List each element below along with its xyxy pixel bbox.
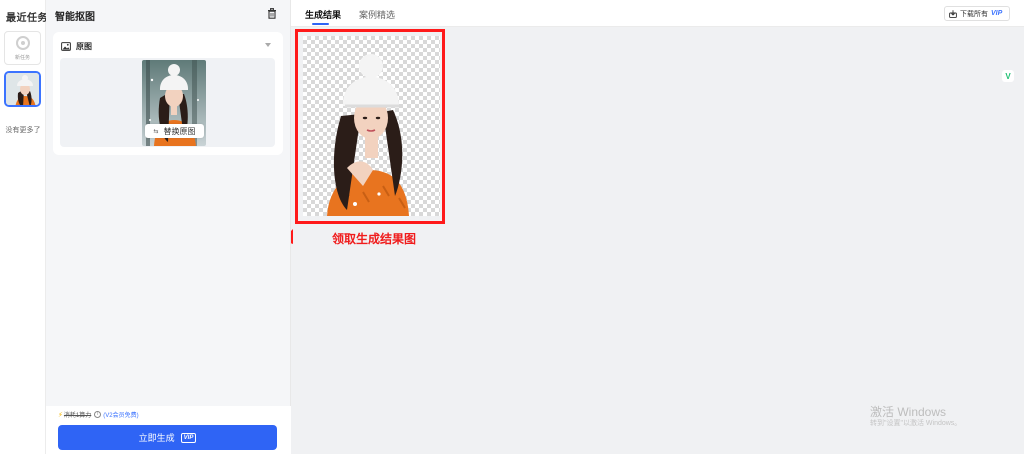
info-icon[interactable]: i [94,411,102,418]
vip-free-note: (V2会员免费) [103,413,139,419]
source-section-header[interactable]: 原图 [61,40,92,52]
settings-panel: 智能抠图 原图 ⇆ 替换原图 ⚡ 消耗1算力 i (V2会员免费) 立即生成 V… [46,0,291,454]
download-all-label: 下载所有 [960,10,988,18]
download-all-button[interactable]: 下载所有 VIP [944,6,1010,21]
new-task-label: 新任务 [14,55,30,61]
vip-badge: VIP [991,10,1003,17]
tab-results[interactable]: 生成结果 [305,8,341,21]
tab-featured-cases[interactable]: 案例精选 [359,8,395,21]
history-title: 最近任务 [6,13,48,24]
chevron-down-icon[interactable] [265,43,271,47]
annotation-label: 领取生成结果图 [332,232,417,246]
result-highlight-box [295,29,445,224]
image-icon [61,41,71,51]
download-icon [949,9,957,18]
tab-bar: 生成结果 案例精选 下载所有 VIP [291,0,1024,27]
replace-image-button[interactable]: ⇆ 替换原图 [145,124,204,138]
source-section-label: 原图 [76,41,92,51]
replace-image-label: 替换原图 [163,126,196,136]
v-badge-icon[interactable]: V [1002,70,1014,82]
vip-badge-icon: VIP [180,432,197,443]
app-window: 最近任务 新任务 没有更多了 智能抠图 原图 ⇆ 替换原图 ⚡ 消耗1算力 i … [0,0,1024,454]
active-tab-indicator [312,23,329,25]
trash-icon[interactable] [267,8,277,19]
source-image-card: 原图 ⇆ 替换原图 [53,32,283,155]
windows-activation-subtitle: 转到"设置"以激活 Windows。 [870,420,962,427]
history-task-thumbnail[interactable] [4,71,41,107]
generate-label: 立即生成 [138,433,175,443]
panel-title: 智能抠图 [55,12,95,23]
credit-cost-label: 消耗1算力 [63,413,92,419]
credit-cost: ⚡ 消耗1算力 i (V2会员免费) [58,410,139,419]
no-more-text: 没有更多了 [5,127,41,134]
swap-icon: ⇆ [153,128,159,135]
source-image-dropzone[interactable]: ⇆ 替换原图 [60,58,275,147]
new-task-icon [16,36,30,50]
history-rail: 最近任务 新任务 没有更多了 [0,0,48,454]
generate-button[interactable]: 立即生成 VIP [58,425,277,450]
thumbnail-image [6,73,39,105]
lightning-icon: ⚡ [58,411,63,419]
main-area: 生成结果 案例精选 下载所有 VIP 领取生成结果图 V 激活 Windows … [291,0,1024,454]
new-task-button[interactable]: 新任务 [4,31,41,65]
